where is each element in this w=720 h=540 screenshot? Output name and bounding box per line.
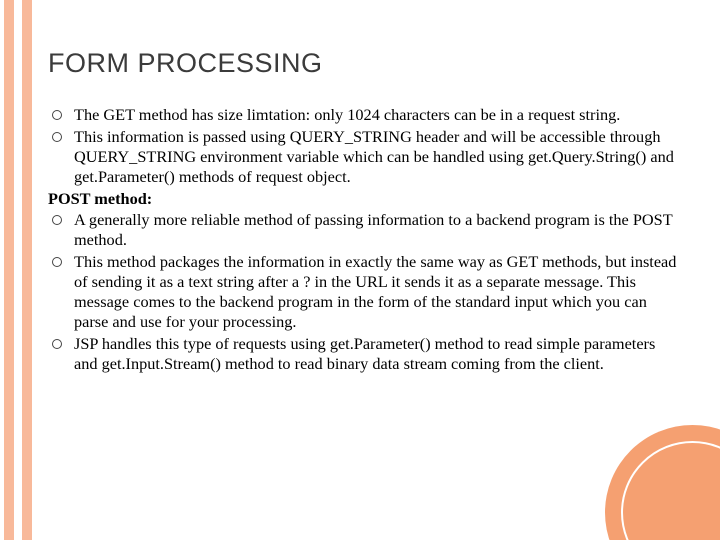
list-item: This method packages the information in …	[48, 252, 680, 332]
slide-body: The GET method has size limtation: only …	[48, 105, 680, 373]
list-item: A generally more reliable method of pass…	[48, 210, 680, 250]
left-stripe-1	[4, 0, 14, 540]
left-stripe-2	[22, 0, 32, 540]
slide-title: FORM PROCESSING	[48, 48, 680, 79]
list-item: JSP handles this type of requests using …	[48, 334, 680, 374]
slide: FORM PROCESSING The GET method has size …	[0, 0, 720, 540]
list-item: The GET method has size limtation: only …	[48, 105, 680, 125]
subheading-post-method: POST method:	[48, 189, 680, 209]
content-area: FORM PROCESSING The GET method has size …	[48, 48, 680, 375]
list-item: This information is passed using QUERY_S…	[48, 127, 680, 187]
